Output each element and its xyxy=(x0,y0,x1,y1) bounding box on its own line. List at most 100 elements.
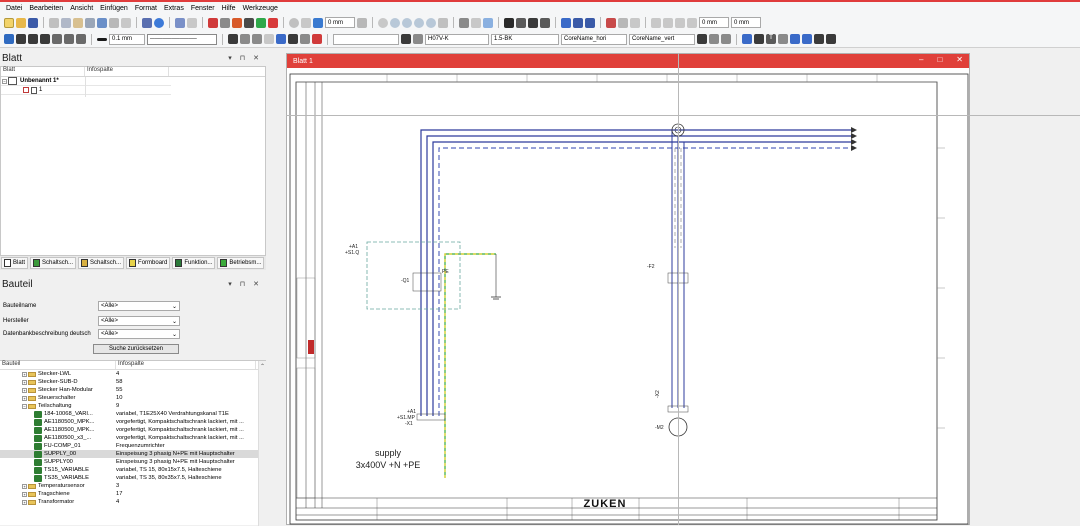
tab-betriebsmittel[interactable]: Betriebsm... xyxy=(217,257,265,269)
tree-component-row[interactable]: AE1180500_x3_... vorgefertigt, Kompaktsch… xyxy=(0,434,266,442)
wire-tool-3-icon[interactable] xyxy=(252,34,262,44)
expand-icon[interactable]: + xyxy=(22,499,27,505)
tree-component-row[interactable]: TS15_VARIABLE variabel, TS 15, 80x15x7.5,… xyxy=(0,466,266,474)
sheet-checkbox-icon[interactable] xyxy=(23,87,29,93)
wire-tool-icon[interactable] xyxy=(228,34,238,44)
core-hori-select[interactable]: CoreName_hori xyxy=(561,33,627,45)
tree-component-row[interactable]: TS35_VARIABLE variabel, TS 35, 80x35x7.5,… xyxy=(0,474,266,482)
line-width-input[interactable]: 0.1 mm xyxy=(109,33,145,45)
signal-select[interactable] xyxy=(333,33,399,45)
insert-symbol-icon[interactable] xyxy=(208,17,218,28)
panel-controls[interactable]: ▾ ⊓ ✕ xyxy=(228,280,262,288)
tree-folder-row[interactable]: + Stecker-SUB-D 58 xyxy=(0,378,266,386)
settings-icon[interactable] xyxy=(754,34,764,44)
tree-folder-row[interactable]: + Stecker Han-Modular 55 xyxy=(0,386,266,394)
rect-tool-icon[interactable] xyxy=(516,17,526,28)
route-icon[interactable] xyxy=(276,34,286,44)
insert-block-icon[interactable] xyxy=(244,17,254,28)
line-style-icon[interactable] xyxy=(471,17,481,28)
zoom-in-icon[interactable] xyxy=(378,17,388,28)
new-file-icon[interactable] xyxy=(4,17,14,28)
blatt-col-name[interactable]: Blatt xyxy=(1,67,85,76)
signal-2-icon[interactable] xyxy=(413,34,423,44)
scroll-up-icon[interactable]: ⌃ xyxy=(260,363,265,370)
tree-folder-row[interactable]: + Temperatursensor 3 xyxy=(0,482,266,490)
pointer-icon[interactable] xyxy=(109,17,119,28)
zoom-window-icon[interactable] xyxy=(414,17,424,28)
measure-icon[interactable] xyxy=(606,17,616,28)
insert-device-icon[interactable] xyxy=(220,17,230,28)
menu-ansicht[interactable]: Ansicht xyxy=(70,5,93,12)
copy-icon[interactable] xyxy=(61,17,71,28)
delete-icon[interactable] xyxy=(85,17,95,28)
wire-type-select[interactable]: H07V-K xyxy=(425,33,489,45)
offset-x-input[interactable]: 0 mm xyxy=(325,17,355,28)
component-col-name[interactable]: Bauteil xyxy=(0,361,116,369)
layer-icon[interactable] xyxy=(483,17,493,28)
wire-props-2-icon[interactable] xyxy=(709,34,719,44)
connect-3-icon[interactable] xyxy=(814,34,824,44)
align-right-icon[interactable] xyxy=(675,17,685,28)
tree-component-row[interactable]: SUPPLY00 Einspeisung 3 phasig N+PE mit Ha… xyxy=(0,458,266,466)
wire-props-icon[interactable] xyxy=(697,34,707,44)
bracket-icon[interactable] xyxy=(630,17,640,28)
reset-search-button[interactable]: Suche zurücksetzen xyxy=(93,344,179,354)
tree-folder-row[interactable]: + Steuerschalter 10 xyxy=(0,394,266,402)
block-1-icon[interactable] xyxy=(4,34,14,44)
expand-icon[interactable]: + xyxy=(22,371,27,377)
dimension-icon[interactable] xyxy=(618,17,628,28)
rotate-icon[interactable] xyxy=(289,17,299,28)
zoom-fit-icon[interactable] xyxy=(390,17,400,28)
manufacturer-select[interactable]: <Alle> ⌄ xyxy=(98,316,180,326)
line-width-icon[interactable] xyxy=(97,37,107,41)
draw-line-icon[interactable] xyxy=(826,34,836,44)
core-vert-select[interactable]: CoreName_vert xyxy=(629,33,695,45)
wire-red-icon[interactable] xyxy=(312,34,322,44)
undo-icon[interactable] xyxy=(175,17,185,28)
signal-icon[interactable] xyxy=(401,34,411,44)
minimize-icon[interactable]: – xyxy=(919,55,923,64)
collapse-icon[interactable]: − xyxy=(2,78,7,84)
tree-component-row[interactable]: 184-10068_VARI... variabel, T1E25X40 Verd… xyxy=(0,410,266,418)
tab-schaltschrank-2[interactable]: Schaltsch... xyxy=(78,257,125,269)
wire-props-3-icon[interactable] xyxy=(721,34,731,44)
tab-formboard[interactable]: Formboard xyxy=(126,257,171,269)
format-paint-icon[interactable] xyxy=(97,17,107,28)
tree-sheet-row[interactable]: 1 xyxy=(1,86,171,95)
collapse-icon[interactable]: − xyxy=(22,403,27,409)
window-tile-icon[interactable] xyxy=(573,17,583,28)
connect-icon[interactable] xyxy=(790,34,800,44)
tab-blatt[interactable]: Blatt xyxy=(1,257,29,269)
zoom-out-icon[interactable] xyxy=(402,17,412,28)
insert-cable-icon[interactable] xyxy=(256,17,266,28)
expand-icon[interactable]: + xyxy=(22,387,27,393)
tree-folder-row[interactable]: + Stecker-LWL 4 xyxy=(0,370,266,378)
insert-connector-icon[interactable] xyxy=(232,17,242,28)
print-icon[interactable] xyxy=(142,17,152,28)
tree-component-row[interactable]: AE1180500_MPK... vorgefertigt, Kompaktsch… xyxy=(0,426,266,434)
expand-icon[interactable]: + xyxy=(22,491,27,497)
align-center-icon[interactable] xyxy=(663,17,673,28)
menu-fenster[interactable]: Fenster xyxy=(191,5,215,12)
save-icon[interactable] xyxy=(28,17,38,28)
menu-format[interactable]: Format xyxy=(135,5,157,12)
menu-hilfe[interactable]: Hilfe xyxy=(222,5,236,12)
route-2-icon[interactable] xyxy=(288,34,298,44)
close-icon[interactable]: ✕ xyxy=(956,55,963,64)
zoom-all-icon[interactable] xyxy=(426,17,436,28)
maximize-icon[interactable]: □ xyxy=(937,55,942,64)
menu-extras[interactable]: Extras xyxy=(164,5,184,12)
refresh-icon[interactable] xyxy=(438,17,448,28)
expand-icon[interactable]: + xyxy=(22,395,27,401)
block-2-icon[interactable] xyxy=(16,34,26,44)
expand-icon[interactable]: + xyxy=(22,379,27,385)
tree-folder-row[interactable]: + Tragschiene 17 xyxy=(0,490,266,498)
filter-icon[interactable] xyxy=(64,34,74,44)
text-cursor-icon[interactable] xyxy=(504,17,514,28)
wire-tool-2-icon[interactable] xyxy=(240,34,250,44)
expand-icon[interactable]: + xyxy=(22,483,27,489)
align-icon[interactable] xyxy=(357,17,367,28)
description-select[interactable]: <Alle> ⌄ xyxy=(98,329,180,339)
connect-2-icon[interactable] xyxy=(802,34,812,44)
redo-icon[interactable] xyxy=(187,17,197,28)
